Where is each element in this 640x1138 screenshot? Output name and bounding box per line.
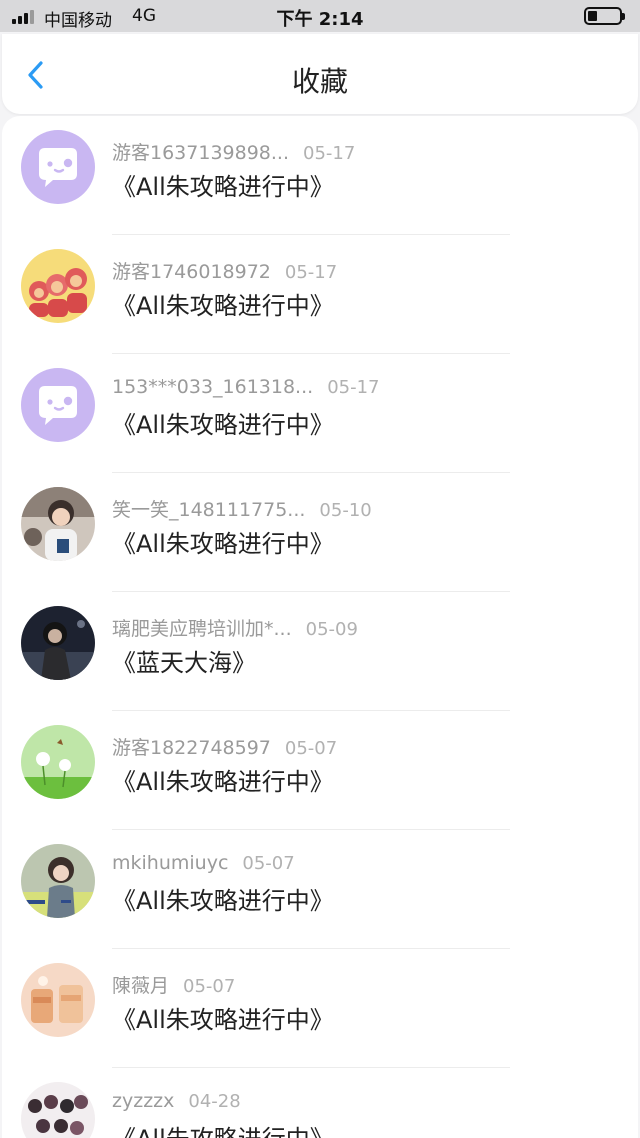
anime-group-image	[21, 1082, 95, 1138]
item-title: 《All朱攻略进行中》	[112, 173, 334, 201]
item-username: 游客1822748597	[112, 737, 271, 759]
list-item[interactable]: 游客1746018972 05-17 《All朱攻略进行中》	[2, 235, 638, 354]
list-item[interactable]: zyzzzx 04-28 《All朱攻略进行中》	[2, 1068, 638, 1138]
item-title: 《All朱攻略进行中》	[112, 411, 334, 439]
avatar	[21, 368, 95, 442]
item-username: mkihumiuyc	[112, 852, 229, 874]
item-title: 《All朱攻略进行中》	[112, 530, 334, 558]
item-title: 《蓝天大海》	[112, 649, 256, 677]
item-date: 05-10	[319, 500, 372, 521]
list-item[interactable]: 璃肥美应聘培训加*... 05-09 《蓝天大海》	[2, 592, 638, 711]
list-item[interactable]: 游客1822748597 05-07 《All朱攻略进行中》	[2, 711, 638, 830]
avatar	[21, 963, 95, 1037]
page-title: 收藏	[291, 65, 348, 98]
chat-bubble-icon	[21, 368, 95, 442]
list-item[interactable]: 陳薇月 05-07 《All朱攻略进行中》	[2, 949, 638, 1068]
item-date: 05-17	[284, 262, 338, 283]
list-item[interactable]: 笑一笑_148111775... 05-10 《All朱攻略进行中》	[2, 473, 638, 592]
item-username: 游客1746018972	[112, 261, 271, 283]
item-username: 璃肥美应聘培训加*...	[112, 618, 292, 640]
item-username: 游客1637139898...	[112, 142, 290, 164]
item-username: 陳薇月	[112, 975, 170, 997]
item-date: 05-17	[303, 143, 356, 164]
item-date: 05-09	[305, 619, 358, 640]
avatar	[21, 844, 95, 918]
person-photo-image	[21, 487, 95, 561]
item-date: 05-17	[327, 377, 380, 398]
cartoon-monkeys-image	[21, 249, 95, 323]
item-username: 笑一笑_148111775...	[112, 499, 306, 521]
nav-bar: 收藏	[2, 34, 638, 114]
girl-photo-image	[21, 844, 95, 918]
item-username: zyzzzx	[112, 1090, 175, 1112]
avatar	[21, 130, 95, 204]
dark-portrait-image	[21, 606, 95, 680]
dandelion-meadow-image	[21, 725, 95, 799]
item-date: 05-07	[284, 738, 338, 759]
item-title: 《All朱攻略进行中》	[112, 1119, 334, 1138]
avatar	[21, 249, 95, 323]
avatar	[21, 487, 95, 561]
list-item[interactable]: 153***033_161318... 05-17 《All朱攻略进行中》	[2, 354, 638, 473]
warm-drinks-image	[21, 963, 95, 1037]
list-item[interactable]: mkihumiuyc 05-07 《All朱攻略进行中》	[2, 830, 638, 949]
battery-icon	[584, 7, 625, 25]
avatar	[21, 1082, 95, 1138]
item-title: 《All朱攻略进行中》	[112, 768, 334, 796]
avatar	[21, 606, 95, 680]
status-bar: 中国移动 4G 下午 2:14	[0, 0, 640, 32]
item-username: 153***033_161318...	[112, 376, 314, 398]
item-title: 《All朱攻略进行中》	[112, 292, 334, 320]
status-time: 下午 2:14	[276, 9, 364, 30]
chat-bubble-icon	[21, 130, 95, 204]
favorites-list: 游客1637139898... 05-17 《All朱攻略进行中》 游客17460…	[2, 116, 638, 1138]
item-title: 《All朱攻略进行中》	[112, 887, 334, 915]
list-item[interactable]: 游客1637139898... 05-17 《All朱攻略进行中》	[2, 116, 638, 235]
item-date: 05-07	[183, 976, 236, 997]
avatar	[21, 725, 95, 799]
item-date: 04-28	[188, 1091, 241, 1112]
item-title: 《All朱攻略进行中》	[112, 1006, 334, 1034]
item-date: 05-07	[242, 853, 295, 874]
